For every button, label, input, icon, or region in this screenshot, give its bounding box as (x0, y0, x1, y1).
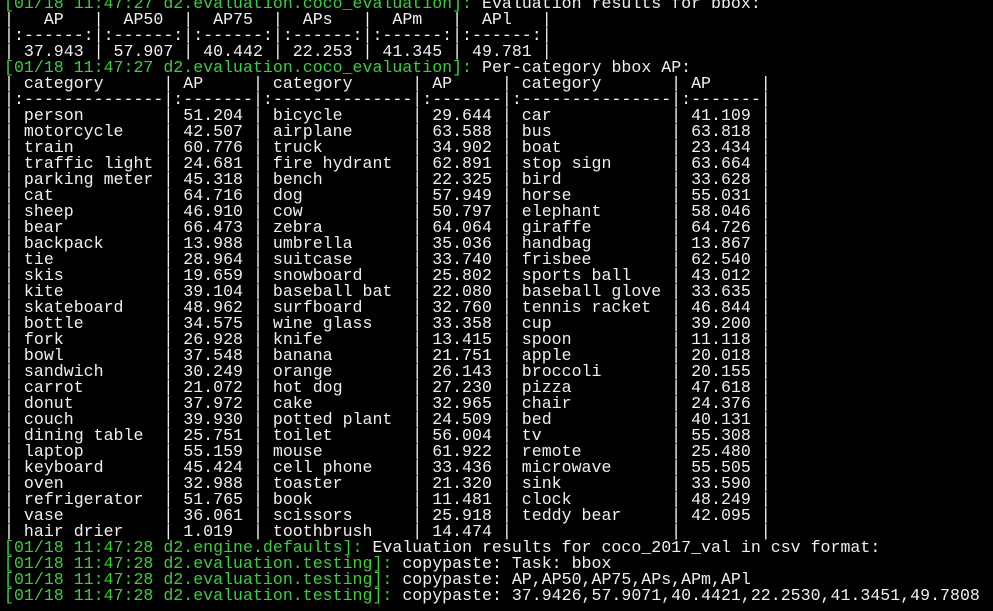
terminal-line: [01/18 11:47:28 d2.evaluation.testing]: … (4, 586, 993, 605)
log-text: copypaste: 37.9426,57.9071,40.4421,22.25… (392, 586, 980, 605)
log-prefix: [01/18 11:47:28 d2.evaluation.testing]: (4, 586, 393, 605)
terminal-window[interactable]: [01/18 11:47:27 d2.evaluation.coco_evalu… (4, 0, 993, 611)
